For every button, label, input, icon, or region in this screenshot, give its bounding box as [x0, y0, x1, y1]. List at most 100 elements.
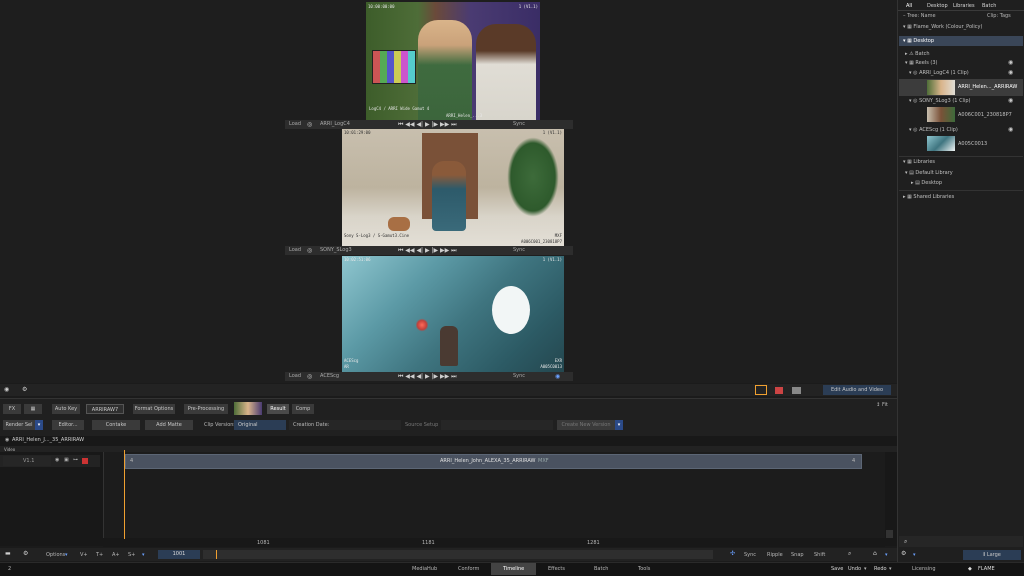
media-gear-dropdown-icon[interactable]: ▾ — [913, 552, 916, 559]
redo-button[interactable]: Redo — [874, 566, 887, 573]
undo-button[interactable]: Undo — [848, 566, 861, 573]
reel-1-eye-icon[interactable]: ◉ — [1008, 69, 1013, 76]
fx-button[interactable]: FX — [3, 404, 21, 414]
s-plus-dropdown-icon[interactable]: ▾ — [142, 552, 145, 559]
format-options-button[interactable]: Format Options — [133, 404, 175, 414]
render-sel-dropdown[interactable]: ▾ — [35, 420, 43, 430]
tab-all[interactable]: All — [906, 3, 912, 9]
render-sel-button[interactable]: Render Sel — [3, 420, 35, 430]
ripple-button[interactable]: Ripple — [767, 552, 783, 559]
viewer-2-sync-button[interactable]: Sync — [513, 247, 525, 253]
tree-sort-label[interactable]: – Tree: Name — [903, 13, 936, 20]
tab-conform[interactable]: Conform — [458, 566, 479, 573]
tab-tools[interactable]: Tools — [638, 566, 650, 573]
a-plus-button[interactable]: A+ — [112, 552, 120, 559]
viewer-1-sync-button[interactable]: Sync — [513, 121, 525, 127]
track-link-icon[interactable]: ⊶ — [73, 457, 78, 464]
current-frame-field[interactable]: 1001 — [158, 550, 200, 559]
redo-dropdown-icon[interactable]: ▾ — [889, 566, 892, 573]
shift-button[interactable]: Shift — [814, 552, 825, 559]
viewer-settings-icon[interactable]: ◉ — [4, 386, 9, 393]
s-plus-button[interactable]: S+ — [128, 552, 135, 559]
auto-key-button[interactable]: Auto Key — [52, 404, 80, 414]
home-dropdown-icon[interactable]: ▾ — [885, 552, 888, 559]
viewer-1-transport-icons[interactable]: ⏮ ◀◀ ◀| ▶ |▶ ▶▶ ⏭ — [398, 121, 457, 129]
thumbnail-size-button[interactable]: ⫴ Large — [963, 550, 1021, 560]
tab-batch-bottom[interactable]: Batch — [594, 566, 608, 573]
viewer-3[interactable]: 10:02:51:06 1 (V1.1) ACEScg AR EXR A005C… — [342, 256, 564, 372]
reels-eye-icon[interactable]: ◉ — [1008, 59, 1013, 66]
t-plus-button[interactable]: T+ — [96, 552, 103, 559]
track-eye-icon[interactable]: ◉ — [55, 457, 59, 464]
batch-item[interactable]: ▸ ⚠ Batch — [905, 51, 930, 57]
libraries-item[interactable]: ▾ ▦ Libraries — [903, 159, 935, 165]
viewer-1-load-button[interactable]: Load — [289, 121, 301, 127]
track-v1-1[interactable]: V1.1 — [3, 456, 51, 466]
matte-icon-button[interactable]: ▦ — [24, 404, 42, 414]
arriraw-button[interactable]: ARRIRAW7 — [86, 404, 124, 414]
fit-icon[interactable]: ↕ — [876, 402, 880, 409]
viewer-3-sync-button[interactable]: Sync — [513, 373, 525, 379]
tab-mediahub[interactable]: MediaHub — [412, 566, 437, 573]
home-icon[interactable]: ⌂ — [873, 550, 877, 557]
shared-libraries-item[interactable]: ▸ ▦ Shared Libraries — [903, 194, 954, 200]
media-gear-icon[interactable]: ⚙ — [901, 550, 906, 557]
search-icon[interactable]: ⌕ — [848, 550, 851, 558]
viewer-3-transport-icons[interactable]: ⏮ ◀◀ ◀| ▶ |▶ ▶▶ ⏭ — [398, 373, 457, 381]
clip-tags-label[interactable]: Clip: Tags — [987, 13, 1011, 20]
edit-audio-video-button[interactable]: Edit Audio and Video — [823, 385, 891, 395]
create-version-dropdown[interactable]: ▾ — [615, 420, 623, 430]
create-new-version-button[interactable]: Create New Version — [557, 420, 615, 430]
options-dropdown-icon[interactable]: ▾ — [65, 552, 68, 559]
viewer-2-transport-icons[interactable]: ⏮ ◀◀ ◀| ▶ |▶ ▶▶ ⏭ — [398, 247, 457, 255]
reel-2-item[interactable]: ▾ ◎ SONY_SLog3 (1 Clip) — [909, 98, 970, 104]
viewer-3-eye-icon[interactable]: ◉ — [555, 373, 560, 380]
sync-button[interactable]: Sync — [744, 552, 756, 559]
viewer-2-load-button[interactable]: Load — [289, 247, 301, 253]
viewer-2[interactable]: 10:01:29:00 1 (V1.1) Sony S-Log3 / S-Gam… — [342, 129, 564, 246]
viewer-3-gear-icon[interactable]: ◎ — [307, 373, 312, 380]
reel-3-item[interactable]: ▾ ◎ ACEScg (1 Clip) — [909, 127, 958, 133]
snap-button[interactable]: Snap — [791, 552, 804, 559]
library-desktop-item[interactable]: ▸ ▤ Desktop — [911, 180, 942, 186]
viewer-3-load-button[interactable]: Load — [289, 373, 301, 379]
contake-button[interactable]: Contake — [92, 420, 140, 430]
save-button[interactable]: Save — [831, 566, 843, 573]
track-record-icon[interactable] — [82, 458, 88, 464]
tab-effects[interactable]: Effects — [548, 566, 565, 573]
viewer-2-gear-icon[interactable]: ◎ — [307, 247, 312, 254]
timeline-gear-icon[interactable]: ⚙ — [23, 550, 28, 557]
media-search-bar[interactable] — [899, 536, 1023, 547]
viewer-1[interactable]: 10:00:00:00 1 (V1.1) LogC4 / ARRI Wide G… — [366, 2, 540, 120]
gear-icon[interactable]: ⚙ — [22, 386, 27, 393]
media-search-icon[interactable]: ⌕ — [904, 538, 907, 546]
reel-3-clip-name[interactable]: A005C0013 — [958, 141, 987, 147]
reel-1-item[interactable]: ▾ ◎ ARRI_LogC4 (1 Clip) — [909, 70, 969, 76]
tab-batch[interactable]: Batch — [982, 3, 996, 9]
viewer-1-gear-icon[interactable]: ◎ — [307, 121, 312, 128]
timeline-scrollbar[interactable] — [886, 530, 893, 538]
v-plus-button[interactable]: V+ — [80, 552, 88, 559]
red-marker-icon[interactable] — [775, 387, 783, 394]
track-lock-icon[interactable]: ▣ — [64, 457, 69, 464]
tab-timeline[interactable]: Timeline — [503, 566, 524, 573]
pre-processing-button[interactable]: Pre-Processing — [184, 404, 228, 414]
tab-desktop[interactable]: Desktop — [927, 3, 948, 9]
fit-label[interactable]: Fit — [882, 402, 888, 409]
project-item[interactable]: ▾ ▦ Flame_Work (Colour_Policy) — [903, 24, 982, 30]
result-button[interactable]: Result — [267, 404, 289, 414]
playhead[interactable] — [124, 450, 125, 542]
reels-item[interactable]: ▾ ▦ Reels (3) — [905, 60, 938, 66]
layout-switch-icon[interactable]: ▬ — [5, 550, 11, 557]
sync-icon[interactable]: ✣ — [730, 550, 735, 557]
layout-icon[interactable] — [792, 387, 801, 394]
reel-3-eye-icon[interactable]: ◉ — [1008, 126, 1013, 133]
source-setup-field[interactable] — [441, 420, 553, 430]
comp-button[interactable]: Comp — [292, 404, 314, 414]
undo-dropdown-icon[interactable]: ▾ — [864, 566, 867, 573]
tab-libraries[interactable]: Libraries — [953, 3, 975, 9]
licensing-button[interactable]: Licensing — [912, 566, 936, 573]
desktop-item[interactable]: ▾ ▦ Desktop — [903, 38, 934, 44]
reel-2-clip-name[interactable]: A006C001_230818P7 — [958, 112, 1012, 118]
timeline-scrub-bar[interactable] — [203, 550, 713, 559]
